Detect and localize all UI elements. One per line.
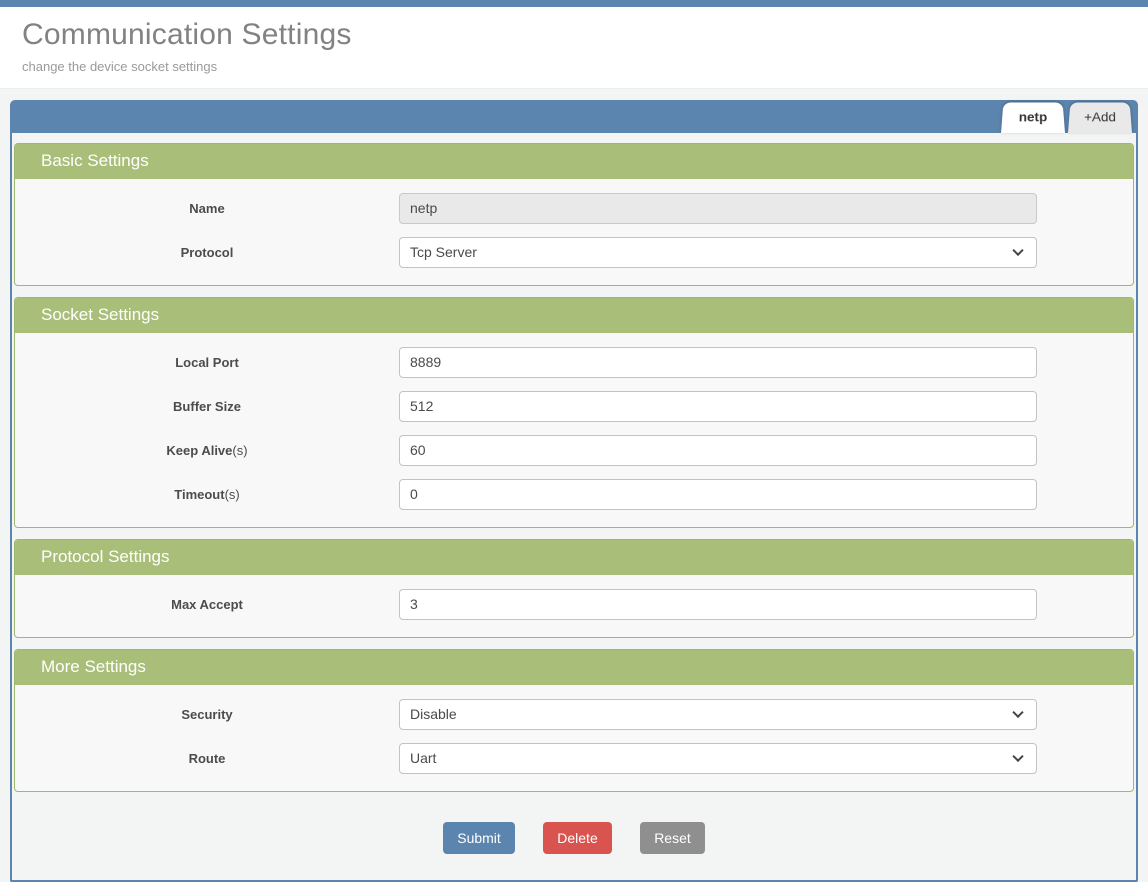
security-select[interactable]: Disable	[399, 698, 1037, 730]
settings-content: Basic Settings Name Protocol Tcp Server	[10, 133, 1138, 882]
tab-add[interactable]: +Add	[1068, 102, 1132, 133]
form-row-timeout: Timeout(s)	[15, 472, 1133, 516]
max-accept-label: Max Accept	[171, 596, 243, 612]
section-basic-settings-title: Basic Settings	[15, 144, 1133, 179]
form-row-route: Route Uart	[15, 736, 1133, 780]
section-more-settings: More Settings Security Disable Route Uar…	[14, 649, 1134, 792]
buffer-size-input[interactable]	[399, 390, 1037, 422]
form-row-keep-alive: Keep Alive(s)	[15, 428, 1133, 472]
buffer-size-label: Buffer Size	[173, 398, 241, 414]
tab-netp-label: netp	[1018, 109, 1048, 125]
section-basic-settings: Basic Settings Name Protocol Tcp Server	[14, 143, 1134, 286]
protocol-select[interactable]: Tcp Server	[399, 236, 1037, 268]
tab-netp[interactable]: netp	[1001, 102, 1065, 133]
form-row-buffer-size: Buffer Size	[15, 384, 1133, 428]
security-label: Security	[181, 706, 233, 722]
page-subtitle: change the device socket settings	[22, 59, 218, 74]
name-label: Name	[189, 200, 225, 216]
section-socket-settings-title: Socket Settings	[15, 298, 1133, 333]
max-accept-input[interactable]	[399, 588, 1037, 620]
route-label: Route	[188, 750, 226, 766]
settings-panel: netp +Add Basic Settings Name Protocol	[10, 100, 1138, 882]
top-accent-bar	[0, 0, 1148, 7]
tab-bar: netp +Add	[10, 100, 1138, 133]
keep-alive-label: Keep Alive(s)	[166, 442, 248, 458]
form-row-local-port: Local Port	[15, 340, 1133, 384]
action-buttons: Submit Delete Reset	[14, 822, 1134, 854]
route-select[interactable]: Uart	[399, 742, 1037, 774]
name-input[interactable]	[399, 192, 1037, 224]
form-row-protocol: Protocol Tcp Server	[15, 230, 1133, 274]
keep-alive-input[interactable]	[399, 434, 1037, 466]
tabs-holder: netp +Add	[998, 100, 1132, 133]
form-row-security: Security Disable	[15, 692, 1133, 736]
local-port-input[interactable]	[399, 346, 1037, 378]
page-header: Communication Settings change the device…	[0, 7, 1148, 89]
section-protocol-settings-title: Protocol Settings	[15, 540, 1133, 575]
page-title: Communication Settings	[22, 18, 352, 51]
form-row-max-accept: Max Accept	[15, 582, 1133, 626]
protocol-label: Protocol	[180, 244, 234, 260]
local-port-label: Local Port	[175, 354, 239, 370]
tab-add-label: +Add	[1083, 109, 1117, 125]
timeout-label: Timeout(s)	[174, 486, 240, 502]
reset-button[interactable]: Reset	[640, 822, 705, 854]
delete-button[interactable]: Delete	[543, 822, 612, 854]
timeout-input[interactable]	[399, 478, 1037, 510]
section-socket-settings: Socket Settings Local Port Buffer Size K…	[14, 297, 1134, 528]
section-protocol-settings: Protocol Settings Max Accept	[14, 539, 1134, 638]
submit-button[interactable]: Submit	[443, 822, 515, 854]
form-row-name: Name	[15, 186, 1133, 230]
section-more-settings-title: More Settings	[15, 650, 1133, 685]
